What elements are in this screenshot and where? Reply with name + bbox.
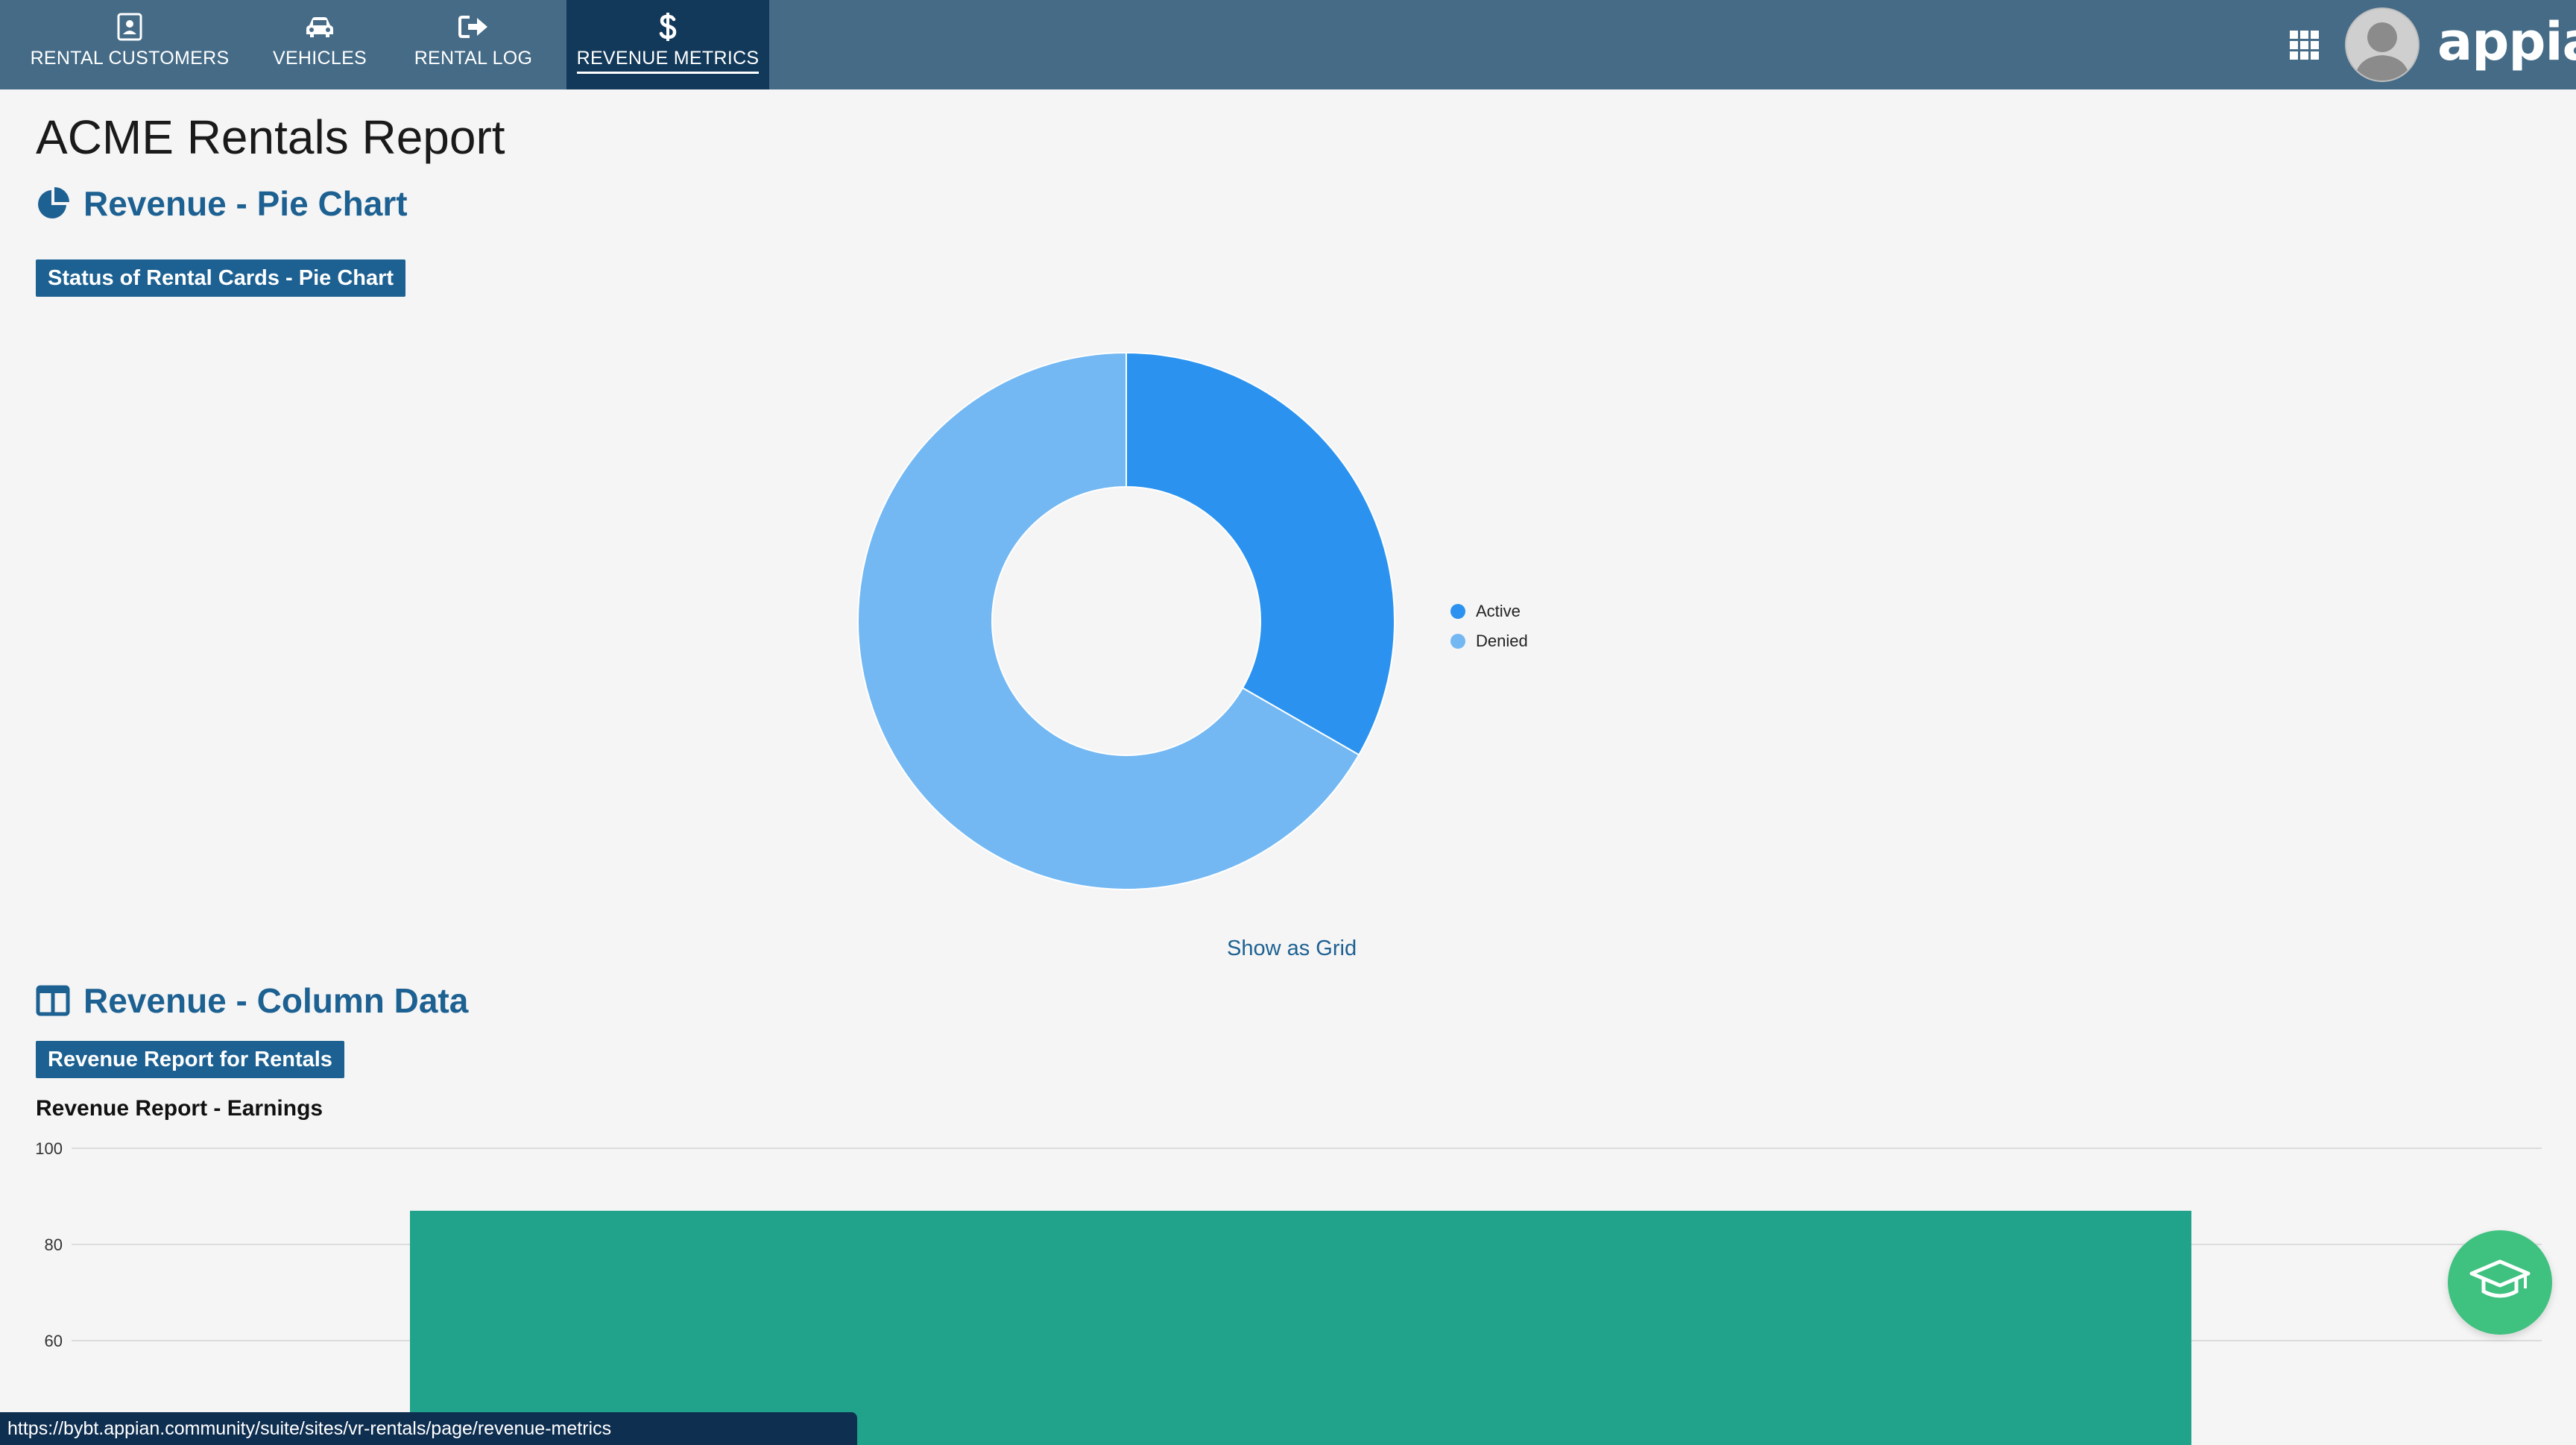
tab-label: RENTAL LOG	[414, 48, 533, 69]
tab-rental-log[interactable]: RENTAL LOG	[380, 0, 566, 89]
contact-card-icon	[117, 10, 142, 43]
legend-dot	[1450, 634, 1465, 649]
pie-section-heading: Revenue - Pie Chart	[36, 183, 408, 224]
y-tick-label: 80	[45, 1235, 63, 1254]
tab-label: RENTAL CUSTOMERS	[30, 48, 230, 69]
pie-chart-tag: Status of Rental Cards - Pie Chart	[36, 259, 406, 297]
column-chart: 60 80 100	[35, 1139, 2542, 1445]
legend-label: Active	[1476, 602, 1521, 620]
show-as-grid-link[interactable]: Show as Grid	[1227, 936, 1357, 961]
dollar-icon	[657, 10, 678, 43]
donut-chart	[857, 352, 1395, 890]
y-tick-label: 60	[45, 1332, 63, 1350]
pie-chart-icon	[36, 186, 70, 221]
y-tick-label: 100	[35, 1139, 63, 1158]
tab-revenue-metrics[interactable]: REVENUE METRICS	[566, 0, 769, 89]
page-title: ACME Rentals Report	[36, 110, 505, 164]
tab-label: VEHICLES	[272, 48, 367, 69]
columns-icon	[36, 983, 70, 1018]
bar-chart-title: Revenue Report - Earnings	[36, 1096, 323, 1121]
car-icon	[305, 10, 335, 43]
legend-item-denied[interactable]: Denied	[1450, 626, 1528, 656]
section-heading-text: Revenue - Column Data	[83, 981, 469, 1020]
pie-slice-active[interactable]	[1126, 352, 1395, 756]
status-bar-url: https://bybt.appian.community/suite/site…	[0, 1412, 857, 1445]
app-grid-icon[interactable]	[2288, 29, 2321, 62]
legend-item-active[interactable]: Active	[1450, 596, 1528, 626]
top-navigation-bar: RENTAL CUSTOMERS VEHICLES RENTAL LOG REV…	[0, 0, 2576, 89]
chart-legend: Active Denied	[1450, 596, 1528, 656]
sign-out-icon	[458, 10, 489, 43]
tab-label: REVENUE METRICS	[576, 48, 760, 74]
revenue-report-tag: Revenue Report for Rentals	[36, 1041, 344, 1078]
tab-rental-customers[interactable]: RENTAL CUSTOMERS	[0, 0, 259, 89]
column-section-heading: Revenue - Column Data	[36, 980, 468, 1021]
legend-dot	[1450, 604, 1465, 619]
appian-logo: appian	[2437, 11, 2576, 72]
user-avatar[interactable]	[2345, 7, 2419, 82]
section-heading-text: Revenue - Pie Chart	[83, 184, 408, 223]
revenue-bar[interactable]	[410, 1210, 2191, 1445]
help-button[interactable]	[2448, 1230, 2552, 1335]
tab-vehicles[interactable]: VEHICLES	[259, 0, 380, 89]
legend-label: Denied	[1476, 632, 1528, 650]
graduation-cap-icon	[2469, 1257, 2531, 1309]
